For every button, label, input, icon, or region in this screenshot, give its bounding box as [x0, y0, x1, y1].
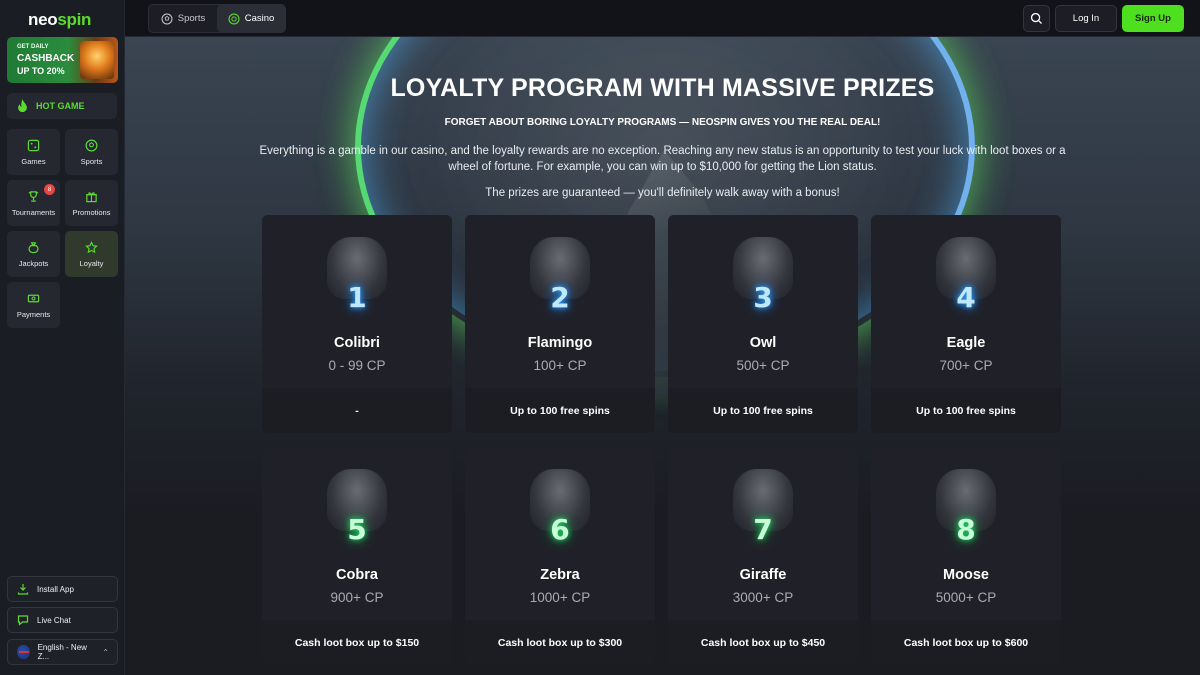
level-card: 2 Flamingo 100+ CP Up to 100 free spins	[465, 215, 655, 433]
level-reward: Cash loot box up to $150	[294, 636, 420, 649]
nz-flag-icon	[17, 645, 30, 659]
level-cp: 0 - 99 CP	[328, 358, 386, 373]
chevron-up-icon: ⌃	[102, 647, 109, 657]
nav-sports[interactable]: Sports	[65, 129, 118, 175]
promo-line2: CASHBACK	[17, 53, 75, 64]
language-selector[interactable]: English - New Z... ⌃	[7, 639, 118, 665]
level-cp: 3000+ CP	[732, 590, 794, 605]
level-reward: Up to 100 free spins	[510, 404, 610, 417]
signup-button[interactable]: Sign Up	[1122, 5, 1184, 32]
level-number: 2	[550, 281, 570, 314]
soccer-ball-icon	[85, 139, 98, 151]
level-reward: Cash loot box up to $600	[903, 636, 1029, 649]
soccer-ball-icon	[161, 13, 173, 24]
sports-casino-switch: Sports Casino	[148, 4, 286, 33]
page-title: LOYALTY PROGRAM WITH MASSIVE PRIZES	[390, 74, 935, 102]
level-name: Owl	[749, 335, 777, 351]
tab-casino[interactable]: Casino	[217, 5, 285, 32]
level-reward: Cash loot box up to $300	[497, 636, 623, 649]
level-card: 6 Zebra 1000+ CP Cash loot box up to $30…	[465, 447, 655, 665]
level-card: 7 Giraffe 3000+ CP Cash loot box up to $…	[668, 447, 858, 665]
install-app-button[interactable]: Install App	[7, 576, 118, 602]
level-cp: 900+ CP	[330, 590, 384, 605]
money-bag-icon	[28, 241, 39, 253]
level-number: 1	[347, 281, 367, 314]
hot-game-button[interactable]: HOT GAME	[7, 93, 117, 119]
top-bar: Sports Casino Log In Sign Up	[125, 0, 1200, 37]
level-card: 4 Eagle 700+ CP Up to 100 free spins	[871, 215, 1061, 433]
level-number: 8	[956, 513, 976, 546]
level-name: Colibri	[334, 335, 380, 351]
level-cp: 500+ CP	[736, 358, 790, 373]
level-name: Cobra	[336, 567, 378, 583]
promo-line1: GET DAILY	[17, 44, 49, 50]
level-reward: Up to 100 free spins	[713, 404, 813, 417]
nav-tournaments[interactable]: Tournaments 8	[7, 180, 60, 226]
login-button[interactable]: Log In	[1055, 5, 1117, 32]
search-icon	[1030, 12, 1042, 24]
level-reward: -	[355, 404, 359, 417]
download-icon	[17, 584, 29, 595]
chat-icon	[17, 615, 29, 626]
nav-games[interactable]: Games	[7, 129, 60, 175]
level-cp: 5000+ CP	[935, 590, 997, 605]
app: neospin GET DAILY CASHBACK UP TO 20% HOT…	[0, 0, 1200, 675]
cashback-promo-banner[interactable]: GET DAILY CASHBACK UP TO 20%	[7, 37, 118, 83]
nav-jackpots[interactable]: Jackpots	[7, 231, 60, 277]
level-card: 1 Colibri 0 - 99 CP -	[262, 215, 452, 433]
tab-sports[interactable]: Sports	[149, 5, 217, 32]
nav-promotions[interactable]: Promotions	[65, 180, 118, 226]
level-name: Zebra	[540, 567, 580, 583]
neospin-logo[interactable]: neospin	[28, 10, 91, 30]
gift-icon	[86, 191, 97, 202]
level-card: 8 Moose 5000+ CP Cash loot box up to $60…	[871, 447, 1061, 665]
star-icon	[85, 240, 98, 253]
level-name: Moose	[943, 567, 989, 583]
level-name: Giraffe	[739, 567, 787, 583]
cash-icon	[27, 294, 40, 302]
nav-loyalty[interactable]: Loyalty	[65, 231, 118, 277]
level-reward: Cash loot box up to $450	[700, 636, 826, 649]
level-cp: 100+ CP	[533, 358, 587, 373]
level-reward: Up to 100 free spins	[916, 404, 1016, 417]
loyalty-page: LOYALTY PROGRAM WITH MASSIVE PRIZES FORG…	[125, 37, 1200, 675]
flame-icon	[18, 99, 27, 113]
nav-payments[interactable]: Payments	[7, 282, 60, 328]
guarantee-text: The prizes are guaranteed — you'll defin…	[485, 187, 840, 199]
promo-artwork	[80, 41, 114, 79]
level-number: 5	[347, 513, 367, 546]
level-cp: 700+ CP	[939, 358, 993, 373]
level-name: Eagle	[946, 335, 986, 351]
live-chat-button[interactable]: Live Chat	[7, 607, 118, 633]
casino-chip-icon	[228, 12, 240, 25]
level-card: 3 Owl 500+ CP Up to 100 free spins	[668, 215, 858, 433]
dice-icon	[27, 139, 40, 151]
level-number: 6	[550, 513, 570, 546]
level-number: 4	[956, 281, 976, 314]
search-button[interactable]	[1023, 5, 1050, 32]
level-name: Flamingo	[527, 335, 593, 351]
page-description: Everything is a gamble in our casino, an…	[259, 145, 1066, 173]
level-number: 3	[753, 281, 773, 314]
sidebar: neospin GET DAILY CASHBACK UP TO 20% HOT…	[0, 0, 125, 675]
trophy-icon	[28, 190, 39, 202]
level-cp: 1000+ CP	[529, 590, 591, 605]
level-card: 5 Cobra 900+ CP Cash loot box up to $150	[262, 447, 452, 665]
level-number: 7	[753, 513, 773, 546]
promo-line3: UP TO 20%	[17, 66, 65, 76]
tournaments-count-badge: 8	[44, 184, 55, 195]
page-subtitle: FORGET ABOUT BORING LOYALTY PROGRAMS — N…	[444, 117, 881, 128]
hot-game-label: HOT GAME	[36, 101, 85, 111]
